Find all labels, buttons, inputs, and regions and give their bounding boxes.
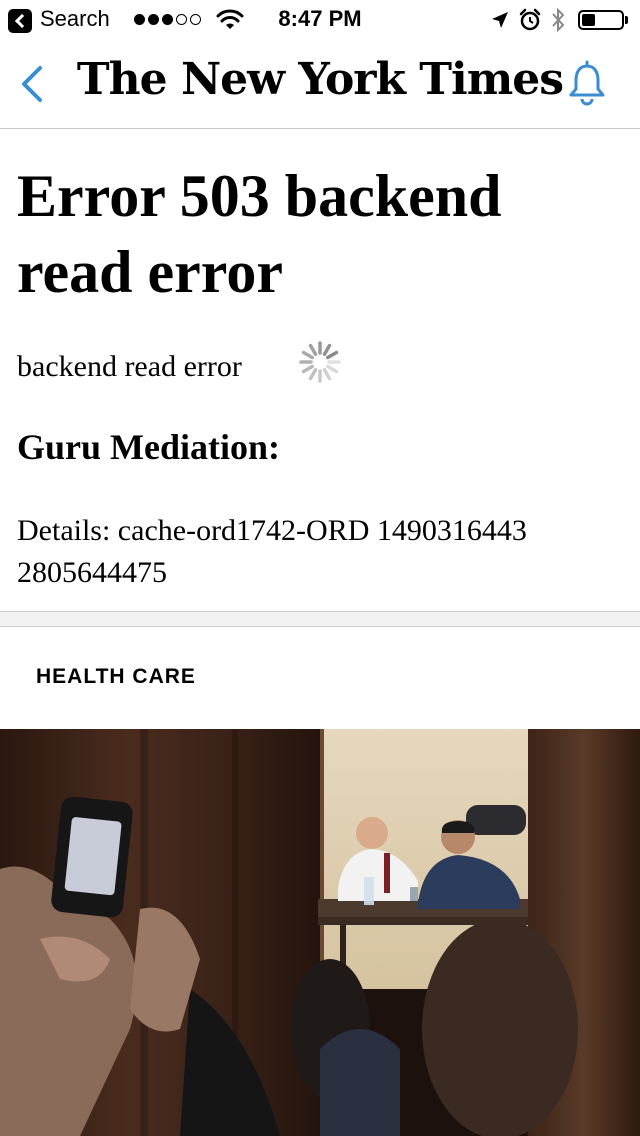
spinner-ray [308,343,318,356]
spinner-ray [322,343,332,356]
spinner-ray [301,350,314,360]
error-message: backend read error [17,350,242,383]
error-details: Details: cache-ord1742-ORD 1490316443 28… [17,514,527,589]
clock: 8:47 PM [278,6,362,31]
spinner-ray [326,350,339,360]
battery-fill [582,14,595,26]
section-divider [0,611,640,627]
nyt-logo[interactable]: The New York Times [0,54,640,105]
spinner-ray [308,368,318,381]
alarm-clock-icon [519,8,541,31]
battery-icon [578,10,624,30]
status-bar: Search 8:47 PM [0,0,640,40]
bell-icon[interactable] [566,60,608,108]
error-title: Error 503 backend read error [17,163,502,305]
guru-mediation-heading: Guru Mediation: [17,427,281,467]
location-arrow-icon [492,12,508,28]
nav-header: The New York Times [0,40,640,129]
section-label[interactable]: HEALTH CARE [36,665,196,689]
spinner-ray [322,368,332,381]
battery-nub [625,16,628,24]
loading-spinner-icon [299,341,341,383]
bluetooth-icon [552,7,565,33]
article-photo[interactable] [0,729,640,1136]
spinner-ray [326,364,339,374]
spinner-ray [301,364,314,374]
app-screen: Search 8:47 PM The New York Times Error … [0,0,640,1136]
